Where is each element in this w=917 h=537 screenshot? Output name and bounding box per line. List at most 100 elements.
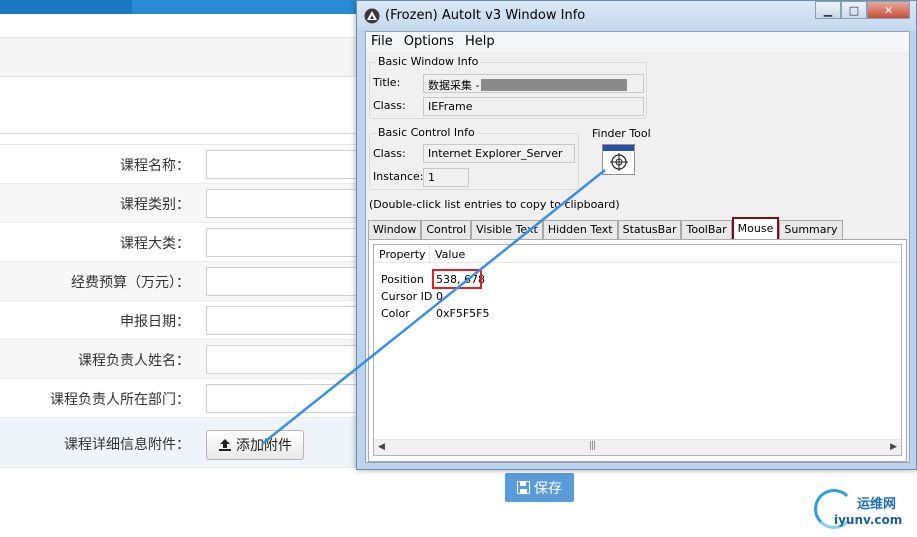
owner-name-input[interactable]: [206, 345, 372, 374]
tab-mouse[interactable]: Mouse: [731, 217, 780, 240]
control-class-field[interactable]: Internet Explorer_Server: [423, 144, 575, 163]
position-highlight-box: [432, 269, 482, 289]
tab-toolbar[interactable]: ToolBar: [681, 220, 732, 239]
finder-tool-target[interactable]: [602, 144, 635, 175]
row-cursor-id-value[interactable]: 0: [436, 290, 443, 303]
tab-statusbar[interactable]: StatusBar: [617, 220, 682, 239]
control-class-label: Class:: [373, 147, 406, 160]
form-row-apply-date: 申报日期：: [0, 301, 372, 340]
close-button[interactable]: ✕: [867, 1, 910, 19]
form-row-course-major-class: 课程大类：: [0, 223, 372, 262]
basic-control-info-heading: Basic Control Info: [376, 126, 477, 139]
window-client-area: File Options Help Basic Window Info Titl…: [365, 31, 910, 463]
apply-date-label: 申报日期：: [120, 314, 190, 330]
header-bar: [0, 0, 132, 14]
owner-department-input[interactable]: [206, 384, 372, 413]
course-category-input[interactable]: [206, 189, 372, 218]
menu-bar: File Options Help: [366, 32, 909, 52]
window-class-value: IEFrame: [428, 100, 473, 113]
scroll-thumb[interactable]: |||: [589, 441, 596, 451]
course-form: 课程名称： 课程类别： 课程大类： 经费预算（万元）： 申报日期： 课程负责人姓…: [0, 144, 372, 468]
window-title: (Frozen) AutoIt v3 Window Info: [385, 8, 586, 23]
window-title-label: Title:: [373, 76, 401, 89]
form-row-course-name: 课程名称：: [0, 145, 372, 184]
basic-window-info-heading: Basic Window Info: [376, 55, 481, 68]
redacted-block: [481, 79, 628, 91]
copy-hint: (Double-click list entries to copy to cl…: [369, 198, 620, 211]
site-watermark: 运维网 iyunv.com: [812, 487, 917, 537]
row-position-property[interactable]: Position: [381, 273, 424, 286]
tab-control[interactable]: Control: [421, 220, 472, 239]
instance-value: 1: [428, 171, 435, 184]
maximize-button[interactable]: □: [841, 1, 867, 19]
upload-icon: [219, 439, 231, 451]
window-class-label: Class:: [373, 99, 406, 112]
watermark-bottom-text: iyunv.com: [834, 513, 903, 527]
course-major-class-label: 课程大类：: [120, 236, 190, 252]
crosshair-icon: [610, 153, 628, 171]
form-row-owner-name: 课程负责人姓名：: [0, 340, 372, 379]
basic-control-info-group: Basic Control Info Class: Internet Explo…: [369, 126, 579, 190]
tab-summary[interactable]: Summary: [779, 220, 843, 239]
course-category-label: 课程类别：: [120, 197, 190, 213]
horizontal-scrollbar[interactable]: ◀ ||| ▶: [374, 439, 901, 455]
tab-hidden-text[interactable]: Hidden Text: [542, 220, 618, 239]
scroll-left-icon[interactable]: ◀: [378, 442, 385, 452]
budget-label: 经费预算（万元）：: [71, 275, 190, 291]
menu-options[interactable]: Options: [399, 32, 460, 52]
info-tabs: Window Control Visible Text Hidden Text …: [368, 217, 843, 240]
window-title-field[interactable]: 数据采集 -: [423, 74, 644, 93]
window-titlebar[interactable]: (Frozen) AutoIt v3 Window Info ▁ □ ✕: [357, 1, 916, 30]
window-controls: ▁ □ ✕: [815, 1, 910, 19]
finder-titlebar: [603, 145, 634, 151]
course-major-class-input[interactable]: [206, 228, 372, 257]
control-class-value: Internet Explorer_Server: [428, 147, 563, 160]
row-cursor-id-property[interactable]: Cursor ID: [381, 290, 432, 303]
scroll-right-icon[interactable]: ▶: [890, 442, 897, 452]
menu-file[interactable]: File: [366, 32, 399, 52]
toolbar-strip: [0, 37, 372, 77]
menu-help[interactable]: Help: [460, 32, 501, 52]
course-name-label: 课程名称：: [120, 158, 190, 174]
property-list[interactable]: Property Value Position 538, 678 Cursor …: [373, 244, 902, 456]
budget-input[interactable]: [206, 267, 372, 296]
finder-tool-label: Finder Tool: [592, 127, 651, 140]
mouse-tab-panel: Property Value Position 538, 678 Cursor …: [368, 239, 907, 462]
column-separator: [429, 245, 430, 263]
watermark-top-text: 运维网: [857, 497, 897, 512]
maximize-icon: □: [848, 3, 860, 17]
autoit-app-icon: [364, 8, 380, 24]
form-row-attachment: 课程详细信息附件： 添加附件: [0, 418, 372, 468]
save-button[interactable]: 保存: [505, 473, 574, 502]
add-attachment-button[interactable]: 添加附件: [206, 430, 304, 460]
column-property[interactable]: Property: [379, 248, 426, 261]
list-header: Property Value: [374, 245, 901, 263]
tab-visible-text[interactable]: Visible Text: [471, 220, 543, 239]
save-button-label: 保存: [534, 480, 562, 497]
form-row-course-category: 课程类别：: [0, 184, 372, 223]
tab-window[interactable]: Window: [368, 220, 422, 239]
minimize-button[interactable]: ▁: [815, 1, 841, 19]
basic-window-info-group: Basic Window Info Title: 数据采集 - Class: I…: [369, 55, 647, 119]
form-row-owner-department: 课程负责人所在部门：: [0, 379, 372, 418]
attachment-label: 课程详细信息附件：: [64, 437, 190, 453]
owner-name-label: 课程负责人姓名：: [78, 353, 190, 369]
close-icon: ✕: [883, 3, 894, 17]
floppy-disk-icon: [517, 481, 530, 494]
owner-department-label: 课程负责人所在部门：: [50, 392, 190, 408]
add-attachment-label: 添加附件: [236, 438, 292, 454]
form-row-budget: 经费预算（万元）：: [0, 262, 372, 301]
apply-date-input[interactable]: [206, 306, 372, 335]
instance-label: Instance:: [373, 170, 424, 183]
row-color-value[interactable]: 0xF5F5F5: [436, 307, 490, 320]
autoit-window: (Frozen) AutoIt v3 Window Info ▁ □ ✕ Fil…: [356, 0, 917, 470]
column-value[interactable]: Value: [435, 248, 465, 261]
window-title-value: 数据采集 -: [428, 79, 480, 92]
row-color-property[interactable]: Color: [381, 307, 410, 320]
divider: [0, 133, 372, 134]
course-name-input[interactable]: [206, 150, 372, 179]
window-class-field[interactable]: IEFrame: [423, 97, 644, 116]
minimize-icon: ▁: [823, 3, 833, 17]
instance-field[interactable]: 1: [423, 168, 469, 187]
header-bar-tab: [132, 0, 372, 14]
